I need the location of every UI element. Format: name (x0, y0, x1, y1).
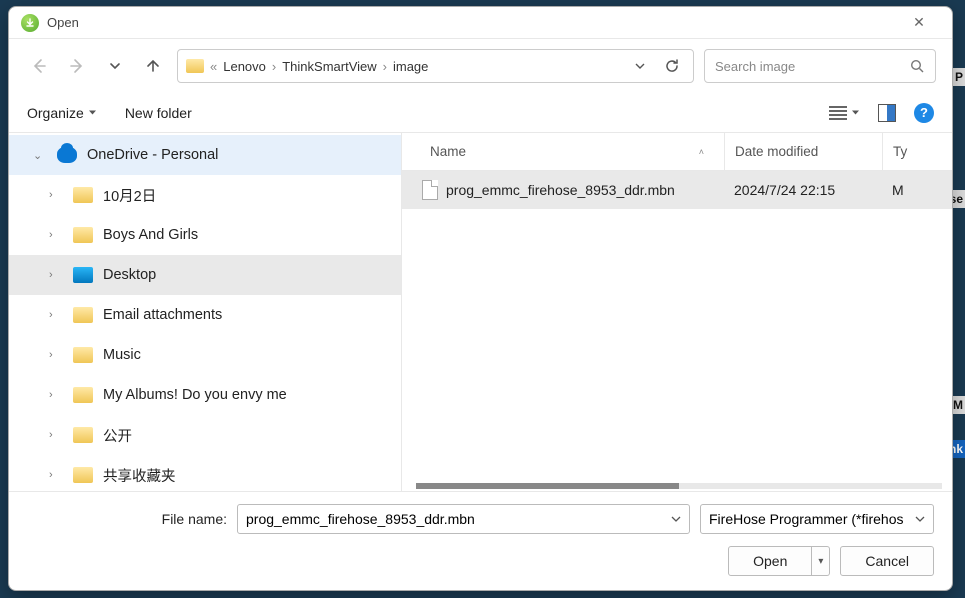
tree-item-label: Boys And Girls (103, 227, 198, 243)
nav-up-button[interactable] (139, 52, 167, 80)
chevron-right-icon[interactable]: › (383, 59, 387, 74)
onedrive-icon (57, 147, 77, 163)
expand-collapse-icon[interactable]: › (49, 429, 63, 441)
tree-item[interactable]: › 共享收藏夹 (9, 455, 401, 491)
tree-item-label: Music (103, 347, 141, 363)
navigation-tree[interactable]: ⌄ OneDrive - Personal › 10月2日 › Boys And… (9, 133, 402, 491)
filename-label: File name: (27, 511, 227, 527)
tree-item-label: 公开 (103, 425, 132, 446)
chevron-right-icon[interactable]: › (272, 59, 276, 74)
refresh-button[interactable] (659, 53, 685, 79)
address-history-dropdown[interactable] (627, 53, 653, 79)
nav-back-button[interactable] (25, 52, 53, 80)
tree-item-desktop[interactable]: › Desktop (9, 255, 401, 295)
window-title: Open (47, 15, 898, 30)
app-download-icon (21, 14, 39, 32)
folder-icon (73, 187, 93, 203)
new-folder-button[interactable]: New folder (125, 105, 192, 121)
desktop-icon (73, 267, 93, 283)
chevron-down-icon (851, 108, 860, 117)
tree-item[interactable]: › My Albums! Do you envy me (9, 375, 401, 415)
tree-item[interactable]: › Boys And Girls (9, 215, 401, 255)
organize-menu[interactable]: Organize (27, 105, 97, 121)
folder-icon (73, 427, 93, 443)
preview-pane-toggle[interactable] (878, 104, 896, 122)
tree-item[interactable]: › 10月2日 (9, 175, 401, 215)
tree-item[interactable]: › Music (9, 335, 401, 375)
tree-item-label: My Albums! Do you envy me (103, 387, 287, 403)
expand-collapse-icon[interactable]: › (49, 389, 63, 401)
expand-collapse-icon[interactable]: › (49, 189, 63, 201)
folder-icon (73, 347, 93, 363)
open-file-dialog: Open ✕ « Lenovo › ThinkSmartView › image (8, 6, 953, 591)
search-input[interactable] (715, 59, 910, 74)
tree-item[interactable]: › Email attachments (9, 295, 401, 335)
open-dropdown-arrow[interactable]: ▾ (812, 546, 830, 576)
tree-item-label: OneDrive - Personal (87, 147, 218, 163)
search-box[interactable] (704, 49, 936, 83)
expand-collapse-icon[interactable]: › (49, 309, 63, 321)
expand-collapse-icon[interactable]: ⌄ (33, 149, 47, 162)
nav-recent-dropdown[interactable] (101, 52, 129, 80)
tree-item-label: 共享收藏夹 (103, 465, 176, 486)
expand-collapse-icon[interactable]: › (49, 269, 63, 281)
folder-icon (73, 387, 93, 403)
close-button[interactable]: ✕ (898, 9, 940, 37)
toolbar: Organize New folder ? (9, 93, 952, 133)
breadcrumb-item[interactable]: Lenovo (223, 59, 266, 74)
file-type: M (882, 182, 952, 198)
address-bar[interactable]: « Lenovo › ThinkSmartView › image (177, 49, 694, 83)
file-name: prog_emmc_firehose_8953_ddr.mbn (446, 182, 675, 198)
expand-collapse-icon[interactable]: › (49, 469, 63, 481)
breadcrumb-item[interactable]: image (393, 59, 428, 74)
nav-forward-button[interactable] (63, 52, 91, 80)
tree-item[interactable]: › 公开 (9, 415, 401, 455)
expand-collapse-icon[interactable]: › (49, 229, 63, 241)
list-view-icon (829, 106, 847, 120)
help-button[interactable]: ? (914, 103, 934, 123)
bg-fragment: P (953, 68, 965, 86)
column-header-name[interactable]: Name ˄ (402, 144, 724, 159)
scrollbar-thumb[interactable] (416, 483, 679, 489)
sort-indicator-icon: ˄ (699, 147, 704, 157)
chevron-down-icon[interactable] (671, 514, 681, 524)
open-button[interactable]: Open (728, 546, 812, 576)
chevron-down-icon[interactable] (915, 514, 925, 524)
file-type-filter[interactable]: FireHose Programmer (*firehos (700, 504, 934, 534)
tree-item-onedrive[interactable]: ⌄ OneDrive - Personal (9, 135, 401, 175)
column-header-date[interactable]: Date modified (724, 133, 882, 170)
filename-combobox[interactable]: prog_emmc_firehose_8953_ddr.mbn (237, 504, 690, 534)
tree-item-label: Email attachments (103, 307, 222, 323)
breadcrumb-prefix: « (210, 59, 217, 74)
folder-icon (73, 307, 93, 323)
navigation-row: « Lenovo › ThinkSmartView › image (9, 39, 952, 93)
search-icon (910, 59, 925, 74)
filter-value: FireHose Programmer (*firehos (709, 511, 915, 527)
folder-icon (73, 227, 93, 243)
dialog-footer: File name: prog_emmc_firehose_8953_ddr.m… (9, 491, 952, 590)
tree-item-label: Desktop (103, 267, 156, 283)
folder-icon (186, 59, 204, 73)
chevron-down-icon (88, 108, 97, 117)
view-mode-button[interactable] (829, 106, 860, 120)
filename-value: prog_emmc_firehose_8953_ddr.mbn (246, 511, 671, 527)
column-header-type[interactable]: Ty (882, 133, 952, 170)
file-list-pane: Name ˄ Date modified Ty prog_emmc_fireho… (402, 133, 952, 491)
column-headers: Name ˄ Date modified Ty (402, 133, 952, 171)
breadcrumb-item[interactable]: ThinkSmartView (282, 59, 376, 74)
dialog-body: ⌄ OneDrive - Personal › 10月2日 › Boys And… (9, 133, 952, 491)
file-row[interactable]: prog_emmc_firehose_8953_ddr.mbn 2024/7/2… (402, 171, 952, 209)
folder-icon (73, 467, 93, 483)
cancel-button[interactable]: Cancel (840, 546, 934, 576)
horizontal-scrollbar[interactable] (416, 483, 942, 489)
file-icon (422, 180, 438, 200)
expand-collapse-icon[interactable]: › (49, 349, 63, 361)
file-date: 2024/7/24 22:15 (724, 182, 882, 198)
open-split-button[interactable]: Open ▾ (728, 546, 830, 576)
titlebar: Open ✕ (9, 7, 952, 39)
tree-item-label: 10月2日 (103, 185, 156, 206)
